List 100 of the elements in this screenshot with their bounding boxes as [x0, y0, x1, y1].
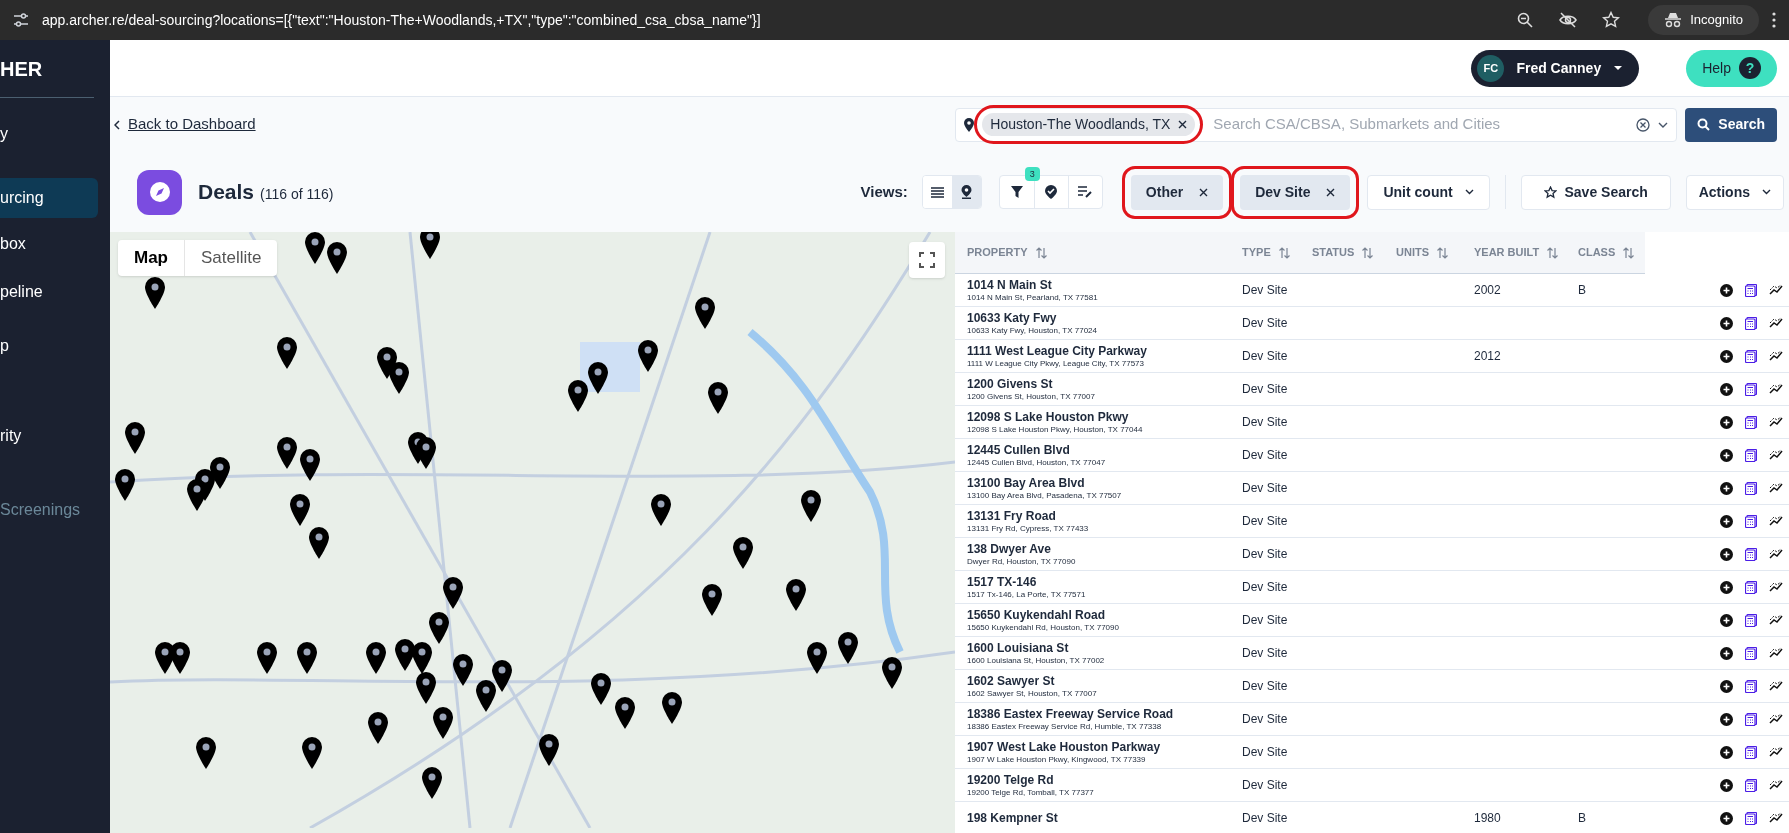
property-name[interactable]: 1600 Louisiana St [967, 640, 1242, 656]
trend-chart-icon[interactable] [1769, 317, 1783, 329]
trend-chart-icon[interactable] [1769, 779, 1783, 791]
map-pin-icon[interactable] [395, 639, 415, 671]
remove-icon[interactable] [1178, 120, 1188, 129]
map-pin-icon[interactable] [453, 654, 473, 686]
calculator-icon[interactable] [1745, 514, 1757, 528]
property-name[interactable]: 1602 Sawyer St [967, 673, 1242, 689]
property-name[interactable]: 1111 West League City Parkway [967, 343, 1242, 359]
search-button[interactable]: Search [1685, 107, 1777, 142]
add-icon[interactable] [1720, 613, 1733, 627]
location-search-field[interactable]: Houston-The Woodlands, TX Search CSA/CBSA, Submarkets and Cities [955, 107, 1678, 142]
sort-icon[interactable] [1362, 246, 1374, 259]
map-pin-icon[interactable] [638, 340, 658, 372]
map-pin-icon[interactable] [443, 577, 463, 609]
map-pin-icon[interactable] [733, 537, 753, 569]
map-pin-icon[interactable] [290, 494, 310, 526]
eye-crossed-icon[interactable] [1558, 11, 1579, 29]
map-pin-icon[interactable] [389, 362, 409, 394]
map-pin-icon[interactable] [145, 277, 165, 309]
more-menu-icon[interactable] [1771, 11, 1777, 29]
calculator-icon[interactable] [1745, 382, 1757, 396]
trend-chart-icon[interactable] [1769, 416, 1783, 428]
map-pin-icon[interactable] [277, 337, 297, 369]
add-icon[interactable] [1720, 283, 1733, 297]
actions-dropdown[interactable]: Actions [1685, 174, 1784, 210]
map-pin-icon[interactable] [695, 297, 715, 329]
unit-count-dropdown[interactable]: Unit count [1367, 174, 1490, 210]
calculator-icon[interactable] [1745, 679, 1757, 693]
map-pin-icon[interactable] [838, 632, 858, 664]
calculator-icon[interactable] [1745, 481, 1757, 495]
trend-chart-icon[interactable] [1769, 515, 1783, 527]
map-area[interactable]: Map Satellite [110, 232, 955, 833]
property-name[interactable]: 1517 TX-146 [967, 574, 1242, 590]
property-name[interactable]: 13100 Bay Area Blvd [967, 475, 1242, 491]
sort-icon[interactable] [1623, 246, 1635, 259]
trend-chart-icon[interactable] [1769, 581, 1783, 593]
trend-chart-icon[interactable] [1769, 548, 1783, 560]
map-pin-icon[interactable] [305, 232, 325, 264]
zoom-out-icon[interactable] [1516, 11, 1535, 29]
map-pin-icon[interactable] [302, 737, 322, 769]
remove-icon[interactable] [1199, 187, 1209, 197]
property-name[interactable]: 15650 Kuykendahl Road [967, 607, 1242, 623]
map-pin-icon[interactable] [300, 449, 320, 481]
address-bar-url[interactable]: app.archer.re/deal-sourcing?locations=[{"text":"Houston-The+Woodlands,+TX","type":"combined_csa_cbsa_name"}] [42, 9, 761, 31]
add-icon[interactable] [1720, 349, 1733, 363]
trend-chart-icon[interactable] [1769, 449, 1783, 461]
add-icon[interactable] [1720, 514, 1733, 528]
incognito-badge[interactable]: Incognito [1648, 5, 1759, 35]
add-icon[interactable] [1720, 778, 1733, 792]
sidebar-item[interactable]: rity [0, 416, 98, 456]
map-pin-icon[interactable] [368, 712, 388, 744]
calculator-icon[interactable] [1745, 745, 1757, 759]
trend-chart-icon[interactable] [1769, 680, 1783, 692]
user-menu-button[interactable]: FC Fred Canney [1471, 49, 1640, 87]
add-icon[interactable] [1720, 415, 1733, 429]
property-name[interactable]: 12445 Cullen Blvd [967, 442, 1242, 458]
property-name[interactable]: 1907 West Lake Houston Parkway [967, 739, 1242, 755]
chevron-down-icon[interactable] [1658, 121, 1669, 128]
map-pin-icon[interactable] [433, 707, 453, 739]
sort-icon[interactable] [1547, 246, 1559, 259]
add-icon[interactable] [1720, 580, 1733, 594]
trend-chart-icon[interactable] [1769, 647, 1783, 659]
fullscreen-button[interactable] [909, 242, 945, 278]
add-icon[interactable] [1720, 679, 1733, 693]
map-pin-icon[interactable] [429, 612, 449, 644]
map-type-tab[interactable]: Map [118, 240, 184, 276]
map-pin-icon[interactable] [366, 642, 386, 674]
trend-chart-icon[interactable] [1769, 284, 1783, 296]
calculator-icon[interactable] [1745, 415, 1757, 429]
sort-icon[interactable] [1035, 246, 1047, 259]
trend-chart-icon[interactable] [1769, 482, 1783, 494]
map-pin-icon[interactable] [277, 437, 297, 469]
map-pin-icon[interactable] [416, 437, 436, 469]
sort-icon[interactable] [1278, 246, 1290, 259]
map-pin-icon[interactable] [882, 657, 902, 689]
calculator-icon[interactable] [1745, 712, 1757, 726]
calculator-icon[interactable] [1745, 547, 1757, 561]
sidebar-item[interactable]: p [0, 326, 98, 366]
map-pin-icon[interactable] [327, 242, 347, 274]
add-icon[interactable] [1720, 547, 1733, 561]
add-icon[interactable] [1720, 811, 1733, 825]
map-pin-icon[interactable] [170, 642, 190, 674]
add-icon[interactable] [1720, 316, 1733, 330]
add-icon[interactable] [1720, 382, 1733, 396]
bookmark-star-icon[interactable] [1602, 11, 1621, 29]
add-icon[interactable] [1720, 712, 1733, 726]
map-pin-icon[interactable] [568, 380, 588, 412]
add-icon[interactable] [1720, 745, 1733, 759]
map-pin-icon[interactable] [786, 579, 806, 611]
sidebar-item[interactable]: peline [0, 272, 98, 312]
map-pin-icon[interactable] [615, 697, 635, 729]
add-icon[interactable] [1720, 448, 1733, 462]
map-pin-icon[interactable] [196, 737, 216, 769]
help-button[interactable]: Help ? [1686, 49, 1777, 87]
map-pin-icon[interactable] [588, 362, 608, 394]
trend-chart-icon[interactable] [1769, 350, 1783, 362]
map-pin-icon[interactable] [420, 232, 440, 259]
map-view-button[interactable] [951, 176, 981, 208]
map-pin-icon[interactable] [416, 672, 436, 704]
